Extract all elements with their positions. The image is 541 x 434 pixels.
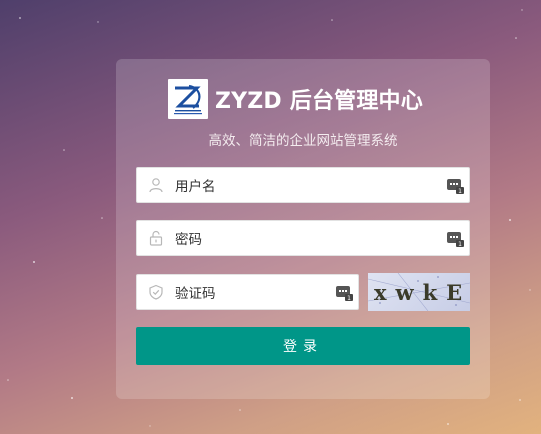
brand-header: ZYZD 后台管理中心: [168, 79, 423, 119]
password-placeholder: 密码: [175, 232, 202, 248]
svg-text:1: 1: [458, 188, 462, 194]
keyboard-icon[interactable]: 1: [443, 176, 467, 194]
lock-icon: [137, 230, 175, 246]
captcha-placeholder: 验证码: [175, 286, 216, 302]
user-icon: [137, 177, 175, 193]
captcha-text: xwkE: [374, 280, 470, 305]
svg-text:1: 1: [458, 241, 462, 247]
username-field[interactable]: 用户名 1: [136, 167, 470, 203]
shield-icon: [137, 284, 175, 300]
password-field[interactable]: 密码 1: [136, 220, 470, 256]
captcha-image[interactable]: xwkE: [368, 273, 470, 311]
keyboard-icon[interactable]: 1: [443, 229, 467, 247]
captcha-field[interactable]: 验证码 1: [136, 274, 359, 310]
page-title: ZYZD 后台管理中心: [215, 89, 423, 114]
zyzd-logo-icon: [168, 79, 208, 119]
login-panel: ZYZD 后台管理中心 高效、简洁的企业网站管理系统 用户名 1 密码 1 验证…: [116, 59, 490, 399]
login-button[interactable]: 登录: [136, 327, 470, 365]
page-subtitle: 高效、简洁的企业网站管理系统: [208, 133, 398, 149]
svg-text:1: 1: [347, 295, 351, 301]
keyboard-icon[interactable]: 1: [332, 283, 356, 301]
username-placeholder: 用户名: [175, 179, 216, 195]
